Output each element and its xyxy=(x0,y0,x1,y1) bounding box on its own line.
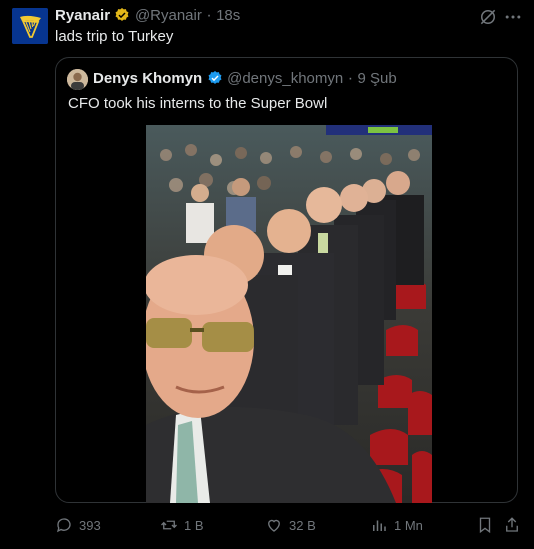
reply-action[interactable]: 393 xyxy=(55,516,101,534)
timestamp[interactable]: 18s xyxy=(216,7,240,24)
bookmark-icon xyxy=(479,517,491,534)
views-count: 1 Mn xyxy=(394,517,423,533)
quote-avatar[interactable] xyxy=(67,69,88,90)
share-button[interactable] xyxy=(503,516,527,534)
quote-photo[interactable] xyxy=(146,125,432,503)
stadium-selfie-image xyxy=(146,125,432,503)
separator: · xyxy=(206,7,212,24)
quote-date[interactable]: 9 Şub xyxy=(357,70,396,87)
ryanair-harp-logo xyxy=(12,8,48,44)
quote-text: CFO took his interns to the Super Bowl xyxy=(68,95,328,112)
retweet-icon xyxy=(161,520,177,530)
handle[interactable]: @Ryanair xyxy=(135,7,202,24)
like-count: 32 B xyxy=(289,517,316,533)
quote-header: Denys Khomyn @denys_khomyn · 9 Şub xyxy=(93,70,397,91)
like-action[interactable]: 32 B xyxy=(265,516,316,534)
reply-count: 393 xyxy=(79,517,101,533)
more-icon[interactable] xyxy=(503,7,523,32)
share-icon xyxy=(506,517,518,532)
views-action[interactable]: 1 Mn xyxy=(370,516,423,534)
quote-separator: · xyxy=(347,70,354,87)
tweet-header: Ryanair @Ryanair · 18s xyxy=(55,7,240,28)
views-icon xyxy=(373,520,386,531)
like-icon xyxy=(268,519,280,532)
bookmark-button[interactable] xyxy=(476,516,500,534)
retweet-count: 1 B xyxy=(184,517,204,533)
display-name[interactable]: Ryanair xyxy=(55,7,110,24)
reply-icon xyxy=(56,518,71,533)
quote-tweet-card[interactable]: Denys Khomyn @denys_khomyn · 9 Şub CFO t… xyxy=(55,57,518,503)
quote-display-name[interactable]: Denys Khomyn xyxy=(93,70,202,87)
quote-handle[interactable]: @denys_khomyn xyxy=(227,70,343,87)
blue-verified-icon xyxy=(207,70,223,91)
gold-verified-icon xyxy=(114,7,130,28)
retweet-action[interactable]: 1 B xyxy=(160,516,204,534)
tweet-text: lads trip to Turkey xyxy=(55,28,174,45)
ryanair-avatar[interactable] xyxy=(12,8,48,44)
grok-icon[interactable] xyxy=(478,7,498,32)
